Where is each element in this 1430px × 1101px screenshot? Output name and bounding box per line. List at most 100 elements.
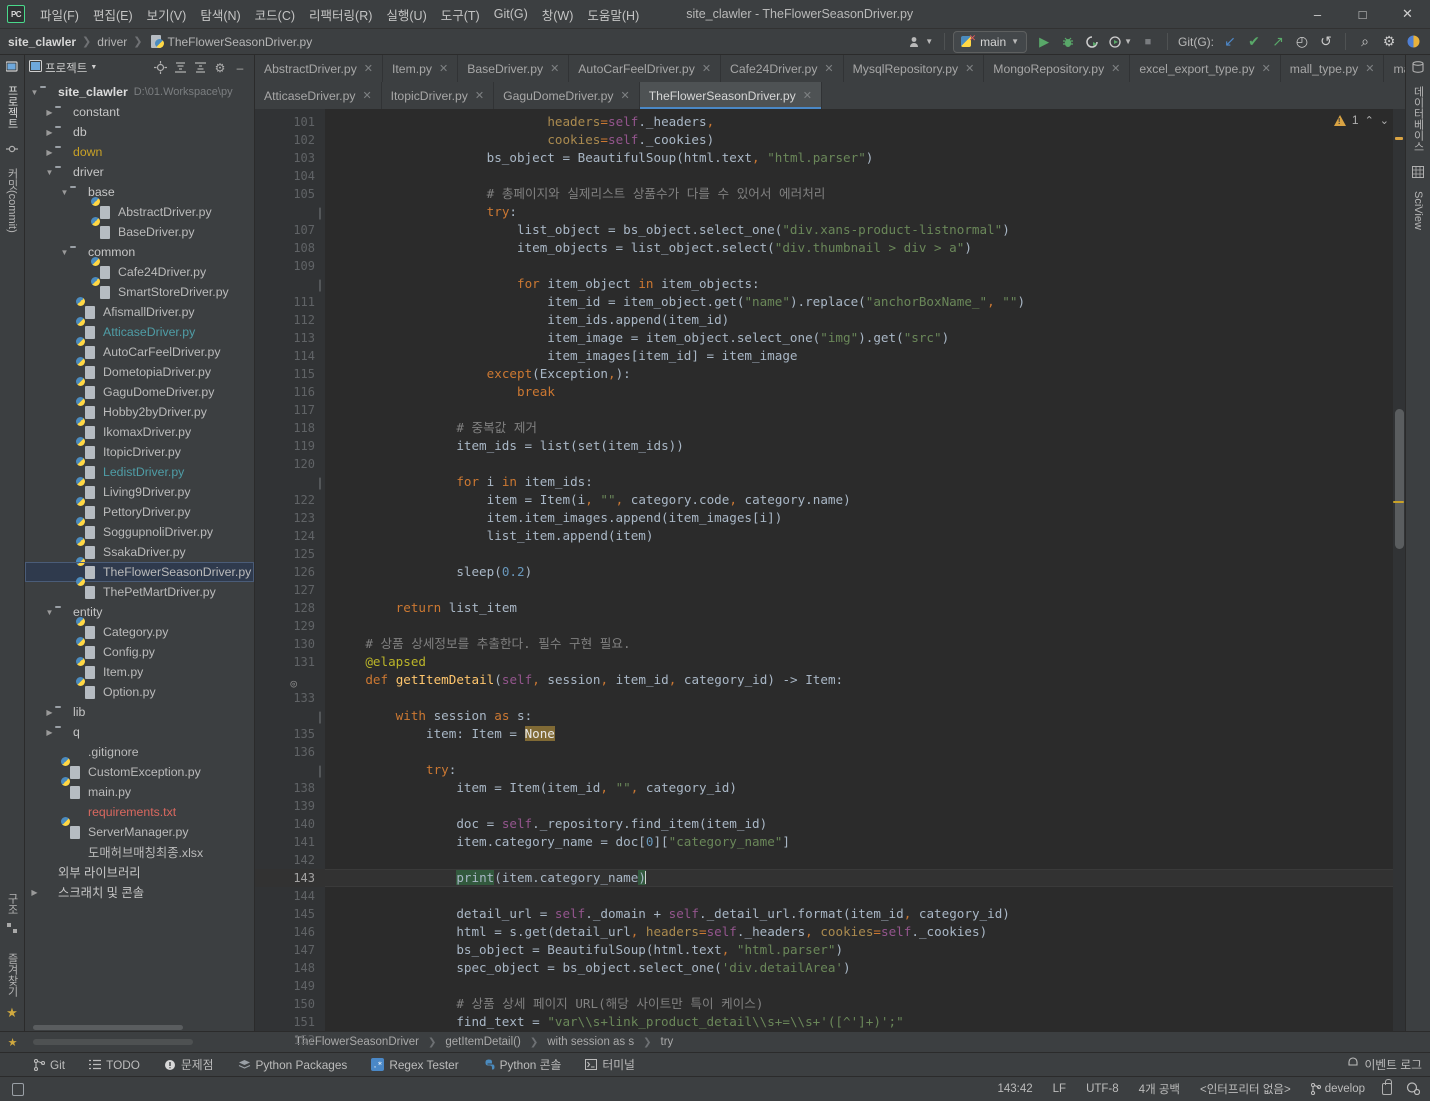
notifications-icon[interactable] bbox=[1406, 1081, 1420, 1098]
editor-tab[interactable]: Item.py✕ bbox=[383, 55, 458, 82]
bookmark-star-icon[interactable]: ★ bbox=[0, 1036, 25, 1049]
menu-view[interactable]: 보기(V) bbox=[140, 2, 194, 27]
tree-item[interactable]: ▼common bbox=[25, 242, 254, 262]
python-interpreter[interactable]: <인터프리터 없음> bbox=[1197, 1080, 1294, 1098]
rail-item-project[interactable]: 프로젝트 bbox=[4, 79, 20, 135]
tree-item[interactable]: DometopiaDriver.py bbox=[25, 362, 254, 382]
code-line[interactable]: list_item.append(item) bbox=[325, 527, 1393, 545]
code-line[interactable] bbox=[325, 401, 1393, 419]
gutter-line-number[interactable]: 138 bbox=[255, 779, 325, 797]
debug-button[interactable] bbox=[1057, 31, 1079, 53]
code-line[interactable]: item_images[item_id] = item_image bbox=[325, 347, 1393, 365]
gutter-line-number[interactable]: 127 bbox=[255, 581, 325, 599]
code-line[interactable]: bs_object = BeautifulSoup(html.text, "ht… bbox=[325, 941, 1393, 959]
tree-item[interactable]: 외부 라이브러리 bbox=[25, 862, 254, 882]
code-line[interactable]: headers=self._headers, bbox=[325, 113, 1393, 131]
gutter-line-number[interactable]: 104 bbox=[255, 167, 325, 185]
git-commit-button[interactable]: ✔ bbox=[1243, 31, 1265, 53]
gutter-line-number[interactable]: 125 bbox=[255, 545, 325, 563]
code-line[interactable]: return list_item bbox=[325, 599, 1393, 617]
code-line[interactable]: item_image = item_object.select_one("img… bbox=[325, 329, 1393, 347]
tree-item[interactable]: Cafe24Driver.py bbox=[25, 262, 254, 282]
chevron-closed-icon[interactable]: ▶ bbox=[44, 708, 55, 717]
code-line[interactable]: # 상품 상세 페이지 URL(해당 사이트만 특이 케이스) bbox=[325, 995, 1393, 1013]
gutter-line-number[interactable]: 143 bbox=[255, 869, 325, 887]
code-line[interactable] bbox=[325, 257, 1393, 275]
indent-setting[interactable]: 4개 공백 bbox=[1136, 1080, 1183, 1098]
code-line[interactable]: try: bbox=[325, 761, 1393, 779]
code-line[interactable]: item_objects = list_object.select("div.t… bbox=[325, 239, 1393, 257]
tool-window-button[interactable]: .*Regex Tester bbox=[367, 1056, 462, 1074]
tree-item[interactable]: ▶down bbox=[25, 142, 254, 162]
gutter-line-number[interactable]: 142 bbox=[255, 851, 325, 869]
gutter-line-number[interactable]: 113 bbox=[255, 329, 325, 347]
close-tab-icon[interactable]: ✕ bbox=[364, 62, 373, 75]
gutter-line-number[interactable]: 150 bbox=[255, 995, 325, 1013]
code-line[interactable]: def getItemDetail(self, session, item_id… bbox=[325, 671, 1393, 689]
code-line[interactable]: # 상품 상세정보를 추출한다. 필수 구현 필요. bbox=[325, 635, 1393, 653]
code-line[interactable]: find_text = "var\\s+link_product_detail\… bbox=[325, 1013, 1393, 1031]
rail-item-bookmarks[interactable]: 즐겨찾기 bbox=[4, 947, 20, 1003]
project-tree[interactable]: ▼site_clawlerD:\01.Workspace\py▶constant… bbox=[25, 80, 254, 1023]
code-line[interactable] bbox=[325, 455, 1393, 473]
tree-item[interactable]: ▶constant bbox=[25, 102, 254, 122]
tree-item[interactable]: main.py bbox=[25, 782, 254, 802]
error-stripe[interactable] bbox=[1393, 109, 1405, 1031]
chevron-open-icon[interactable]: ▼ bbox=[59, 188, 70, 197]
code-line[interactable]: item.item_images.append(item_images[i]) bbox=[325, 509, 1393, 527]
project-panel-title-group[interactable]: 프로젝트 ▼ bbox=[29, 60, 97, 76]
tree-item[interactable]: BaseDriver.py bbox=[25, 222, 254, 242]
tree-item[interactable]: ServerManager.py bbox=[25, 822, 254, 842]
project-horizontal-scrollbar[interactable] bbox=[25, 1023, 254, 1031]
code-editor[interactable]: headers=self._headers, cookies=self._coo… bbox=[325, 109, 1393, 1031]
line-separator[interactable]: LF bbox=[1050, 1082, 1069, 1096]
gutter-line-number[interactable]: 140 bbox=[255, 815, 325, 833]
stop-button[interactable]: ■ bbox=[1137, 31, 1159, 53]
tree-item[interactable]: ▶q bbox=[25, 722, 254, 742]
code-line[interactable] bbox=[325, 887, 1393, 905]
tree-item[interactable]: AfismallDriver.py bbox=[25, 302, 254, 322]
code-line[interactable]: item_ids = list(set(item_ids)) bbox=[325, 437, 1393, 455]
close-tab-icon[interactable]: ✕ bbox=[621, 89, 630, 102]
git-history-button[interactable]: ◴ bbox=[1291, 31, 1313, 53]
git-rollback-button[interactable]: ↺ bbox=[1315, 31, 1337, 53]
search-everywhere-icon[interactable]: ⌕ bbox=[1354, 31, 1376, 53]
breadcrumb-project[interactable]: site_clawler bbox=[8, 35, 76, 49]
chevron-open-icon[interactable]: ▼ bbox=[44, 608, 55, 617]
editor-tab[interactable]: MysqlRepository.py✕ bbox=[844, 55, 985, 82]
chevron-open-icon[interactable]: ▼ bbox=[29, 88, 40, 97]
user-account-icon[interactable]: ▼ bbox=[906, 31, 936, 53]
close-tab-icon[interactable]: ✕ bbox=[362, 89, 371, 102]
code-line[interactable]: for i in item_ids: bbox=[325, 473, 1393, 491]
gutter-line-number[interactable]: ⎮ bbox=[255, 707, 325, 725]
gutter-line-number[interactable]: 102 bbox=[255, 131, 325, 149]
chevron-closed-icon[interactable]: ▶ bbox=[44, 148, 55, 157]
rail-item-database[interactable]: 데이터베이스 bbox=[1410, 80, 1426, 158]
run-with-coverage-button[interactable] bbox=[1081, 31, 1103, 53]
gutter-line-number[interactable]: ⎮ bbox=[255, 203, 325, 221]
git-branch-widget[interactable]: develop bbox=[1308, 1082, 1368, 1096]
editor-tab[interactable]: excel_export_type.py✕ bbox=[1130, 55, 1280, 82]
close-tab-icon[interactable]: ✕ bbox=[1365, 62, 1374, 75]
editor-tab[interactable]: GaguDomeDriver.py✕ bbox=[494, 82, 640, 109]
code-line[interactable]: item = Item(item_id, "", category_id) bbox=[325, 779, 1393, 797]
gutter-line-number[interactable]: 151 bbox=[255, 1013, 325, 1031]
chevron-closed-icon[interactable]: ▶ bbox=[44, 128, 55, 137]
code-line[interactable]: print(item.category_name) bbox=[325, 869, 1393, 887]
tree-item[interactable]: AtticaseDriver.py bbox=[25, 322, 254, 342]
tool-window-button[interactable]: Python Packages bbox=[234, 1056, 352, 1074]
tree-item[interactable]: 도매허브매칭최종.xlsx bbox=[25, 842, 254, 862]
editor-tab[interactable]: AtticaseDriver.py✕ bbox=[255, 82, 382, 109]
menu-navigate[interactable]: 탐색(N) bbox=[193, 2, 247, 27]
code-line[interactable]: detail_url = self._domain + self._detail… bbox=[325, 905, 1393, 923]
code-fold-icon[interactable]: ⎮ bbox=[312, 278, 323, 289]
tree-item[interactable]: Hobby2byDriver.py bbox=[25, 402, 254, 422]
close-tab-icon[interactable]: ✕ bbox=[803, 89, 812, 102]
code-line[interactable]: @elapsed bbox=[325, 653, 1393, 671]
menu-help[interactable]: 도움말(H) bbox=[580, 2, 646, 27]
gutter-line-number[interactable]: 112 bbox=[255, 311, 325, 329]
tree-item[interactable]: Option.py bbox=[25, 682, 254, 702]
tree-item[interactable]: TheFlowerSeasonDriver.py bbox=[25, 562, 254, 582]
menu-refactor[interactable]: 리팩터링(R) bbox=[302, 2, 379, 27]
tree-item[interactable]: AutoCarFeelDriver.py bbox=[25, 342, 254, 362]
